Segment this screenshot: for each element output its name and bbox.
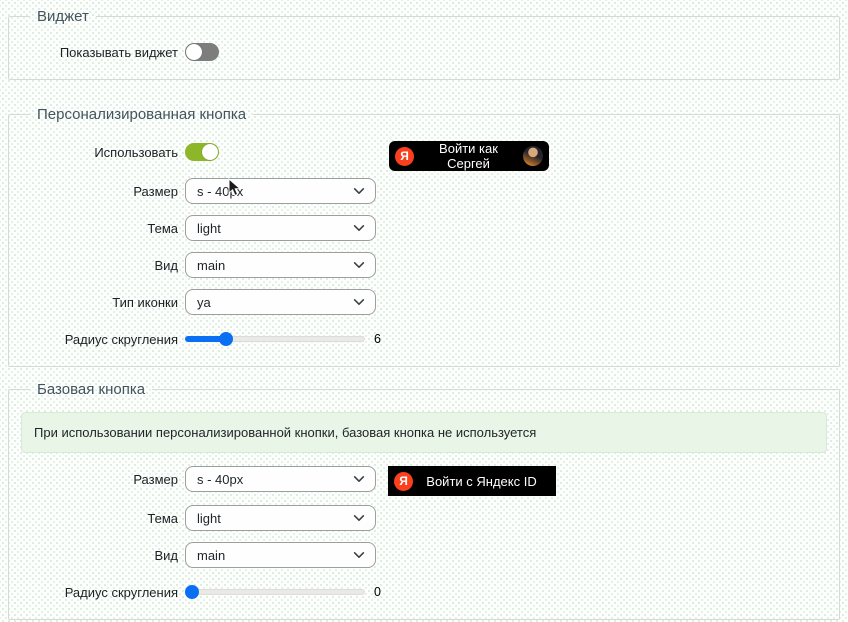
view-label: Вид [21,548,178,563]
basic-section-title: Базовая кнопка [30,381,152,398]
size-label: Размер [21,472,178,487]
basic-login-button-preview[interactable]: Я Войти с Яндекс ID [388,466,556,496]
theme-row: Тема light [21,505,827,531]
size-row: Размер s - 40px Я Войти с Яндекс ID [21,464,827,494]
view-select[interactable]: main [185,252,376,278]
chevron-down-icon [352,472,366,486]
chevron-down-icon [352,548,366,562]
use-toggle[interactable] [185,143,219,161]
widget-section: Виджет Показывать виджет [8,8,840,80]
size-select-value: s - 40px [197,472,243,487]
show-widget-label: Показывать виджет [21,45,178,60]
user-avatar [523,146,543,166]
use-label: Использовать [21,145,178,160]
radius-row: Радиус скругления 6 [21,326,827,352]
show-widget-toggle[interactable] [185,43,219,61]
radius-value: 0 [374,585,381,599]
view-select-value: main [197,258,225,273]
use-row: Использовать Я Войти как Сергей [21,137,827,167]
widget-section-title: Виджет [30,8,96,25]
theme-select[interactable]: light [185,505,376,531]
slider-track [185,589,365,595]
icon-type-row: Тип иконки ya [21,289,827,315]
theme-select-value: light [197,511,221,526]
personalized-login-button-text: Войти как Сергей [414,141,523,171]
basic-button-notice: При использовании персонализированной кн… [21,412,827,453]
chevron-down-icon [352,295,366,309]
slider-thumb[interactable] [219,332,233,346]
personalized-section-title: Персонализированная кнопка [30,106,253,123]
theme-select-value: light [197,221,221,236]
size-select[interactable]: s - 40px [185,466,376,492]
size-row: Размер s - 40px [21,178,827,204]
radius-slider[interactable] [185,331,365,347]
slider-thumb[interactable] [185,585,199,599]
chevron-down-icon [352,184,366,198]
basic-login-button-text: Войти с Яндекс ID [413,474,550,489]
toggle-knob [186,44,202,60]
size-label: Размер [21,184,178,199]
toggle-knob [202,144,218,160]
icon-type-select-value: ya [197,295,211,310]
show-widget-row: Показывать виджет [21,39,827,65]
chevron-down-icon [352,511,366,525]
radius-label: Радиус скругления [21,585,178,600]
basic-button-section: Базовая кнопка При использовании персона… [8,381,840,620]
radius-label: Радиус скругления [21,332,178,347]
yandex-logo-icon: Я [395,147,414,166]
theme-label: Тема [21,511,178,526]
view-select[interactable]: main [185,542,376,568]
size-select-value: s - 40px [197,184,243,199]
theme-select[interactable]: light [185,215,376,241]
radius-row: Радиус скругления 0 [21,579,827,605]
view-label: Вид [21,258,178,273]
icon-type-select[interactable]: ya [185,289,376,315]
radius-value: 6 [374,332,381,346]
radius-slider[interactable] [185,584,365,600]
size-select[interactable]: s - 40px [185,178,376,204]
personalized-button-section: Персонализированная кнопка Использовать … [8,106,840,367]
theme-row: Тема light [21,215,827,241]
view-row: Вид main [21,252,827,278]
chevron-down-icon [352,258,366,272]
chevron-down-icon [352,221,366,235]
personalized-login-button-preview[interactable]: Я Войти как Сергей [389,141,549,171]
yandex-logo-icon: Я [394,472,413,491]
icon-type-label: Тип иконки [21,295,178,310]
view-select-value: main [197,548,225,563]
settings-page: Виджет Показывать виджет Персонализирова… [0,0,848,622]
view-row: Вид main [21,542,827,568]
theme-label: Тема [21,221,178,236]
